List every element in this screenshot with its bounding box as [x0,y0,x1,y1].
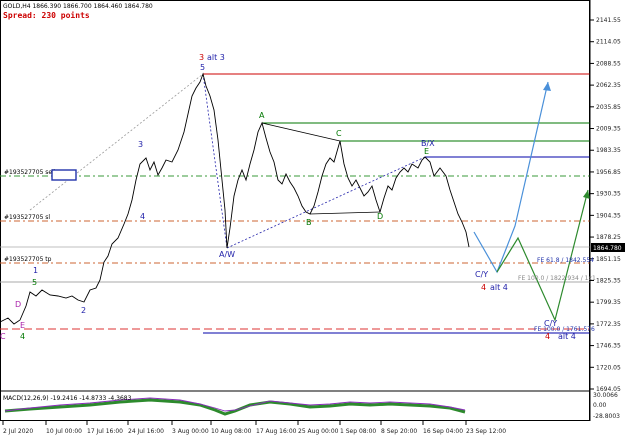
price-tick-label: 1930.35 [596,191,621,198]
price-path [0,72,470,325]
wave-label-alt-4b: alt 4 [558,332,576,341]
wave-label-D: D [377,212,383,221]
time-tick-label: 3 Aug 00:00 [172,428,209,435]
wave-label-red-4a: 4 [481,283,486,292]
projected-arrowhead-alt [583,190,590,199]
wave-label-1: 1 [33,266,38,275]
price-tick-label: 1983.35 [596,147,621,154]
wave-label-AW: A/W [219,250,235,259]
wave-label-alt-4a: alt 4 [490,283,508,292]
price-tick-label: 1878.25 [596,234,621,241]
dotted-trendline [29,73,204,211]
projected-arrowhead-up [543,82,551,91]
time-tick-label: 2 Jul 2020 [3,428,33,435]
macd-tick-bottom: -28.8003 [593,413,620,420]
sell-order-button[interactable] [51,169,77,181]
wave-label-5: 5 [32,278,37,287]
wave-label-E-small: E [20,321,25,330]
wave-label-A: A [259,111,265,120]
price-tick-label: 1799.35 [596,299,621,306]
price-tick-label: 1851.15 [596,256,621,263]
macd-label: MACD(12,26,9) -19.2416 -14.8733 -4.3683 [3,395,132,402]
wave-label-CY-b: C/Y [544,319,557,328]
wave-label-3: 3 [138,140,143,149]
macd-tick-mid: 0.00 [593,402,607,409]
wave-label-4: 4 [140,212,145,221]
time-tick-label: 1 Sep 08:00 [340,428,376,435]
price-tick-label: 2088.55 [596,60,621,67]
price-tick-label: 1825.35 [596,277,621,284]
wave-label-top-3: 3 [199,53,204,62]
wave-label-B: B [306,218,312,227]
projected-path-up [473,81,549,274]
wave-label-2: 2 [81,306,86,315]
spread-label: Spread: 230 points [3,10,90,20]
price-tick-label: 2141.55 [596,17,621,24]
wave-label-alt-3: alt 3 [207,53,225,62]
projected-path-alt [496,189,589,322]
symbol-info: GOLD,H4 1866.390 1866.700 1864.460 1864.… [3,3,153,10]
current-price-label: 1864.780 [593,245,622,252]
wave-label-CY: C/Y [475,270,488,279]
time-tick-label: 23 Sep 12:00 [466,428,506,435]
time-tick-label: 8 Sep 20:00 [381,428,417,435]
time-tick-label: 25 Aug 00:00 [298,428,339,435]
wave-line-a [202,73,228,249]
price-tick-label: 2114.05 [596,39,621,46]
chart-frame [0,0,590,421]
price-tick-label: 2062.35 [596,82,621,89]
time-tick-label: 17 Aug 16:00 [256,428,297,435]
fe-100-label-a: FE 100.0 / 1822.934 / 1x1 [518,275,596,282]
time-axis: 2 Jul 2020 10 Jul 00:00 17 Jul 16:00 24 Jul… [2,421,506,435]
tp-order-label: #193527705 tp [4,256,52,263]
price-tick-label: 2009.35 [596,126,621,133]
wave-label-D-small: D [15,300,21,309]
wave-line-b [226,156,426,249]
price-tick-label: 1746.35 [596,343,621,350]
wave-label-red-4b: 4 [545,332,550,341]
time-tick-label: 10 Aug 08:00 [211,428,252,435]
chart-window[interactable]: 2141.55 2114.05 2088.55 2062.35 2035.85 2009.… [0,0,625,440]
sell-order-label: #193527705 sell [4,169,56,176]
price-tick-label: 1904.35 [596,212,621,219]
price-tick-label: 1720.05 [596,364,621,371]
wave-label-C-small: C [0,332,6,341]
triangle-line-bottom [309,211,381,215]
time-tick-label: 10 Jul 00:00 [46,428,82,435]
macd-tick-top: 30.0066 [593,392,618,399]
price-tick-label: 1956.85 [596,169,621,176]
time-tick-label: 16 Sep 04:00 [423,428,463,435]
sl-order-label: #193527705 sl [4,214,50,221]
time-tick-label: 17 Jul 16:00 [87,428,123,435]
fe-61-8-label: FE 61.8 / 1842.554 [537,257,594,264]
wave-label-top-5: 5 [200,63,205,72]
price-tick-label: 1772.35 [596,321,621,328]
wave-label-E: E [424,147,429,156]
time-tick-label: 24 Jul 16:00 [128,428,164,435]
chart-canvas[interactable]: 2141.55 2114.05 2088.55 2062.35 2035.85 2009.… [0,0,625,440]
wave-label-C: C [336,129,342,138]
triangle-line-top [261,122,341,142]
macd-axis: 30.0066 0.00 -28.8003 [593,392,620,420]
wave-label-4-small: 4 [20,332,25,341]
price-tick-label: 2035.85 [596,104,621,111]
price-axis: 2141.55 2114.05 2088.55 2062.35 2035.85 2009.… [589,0,625,421]
